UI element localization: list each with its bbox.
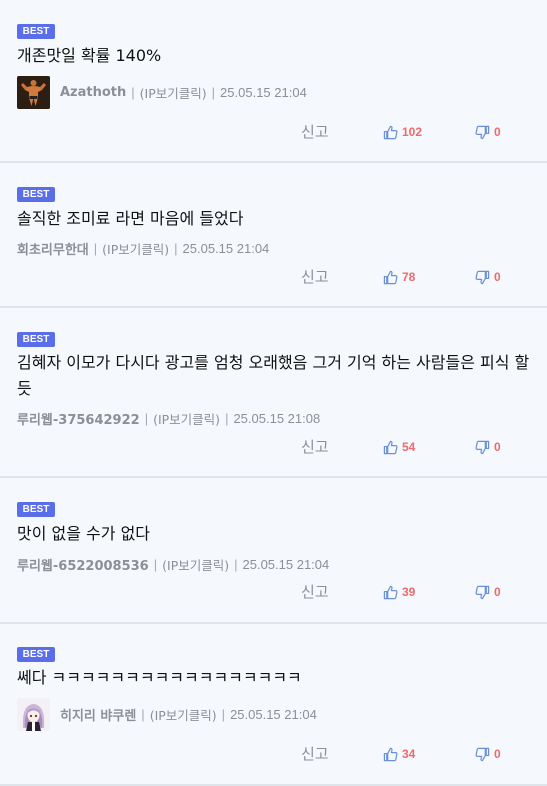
separator: |: [225, 410, 229, 426]
comment-meta: 히지리 뱌쿠렌 | (IP보기클릭) | 25.05.15 21:04: [17, 696, 317, 732]
like-count: 34: [402, 747, 416, 761]
dislike-button[interactable]: 0: [475, 583, 501, 601]
best-badge: BEST: [17, 502, 55, 517]
ip-info-link[interactable]: (IP보기클릭): [150, 705, 217, 724]
dislike-button[interactable]: 0: [475, 438, 501, 456]
comment-item: BEST 쎄다 ㅋㅋㅋㅋㅋㅋㅋㅋㅋㅋㅋㅋㅋㅋㅋㅋㅋ 히지리 뱌쿠렌 | (IP보…: [0, 624, 547, 786]
nickname[interactable]: 루리웹-6522008536: [17, 555, 149, 574]
dislike-count: 0: [494, 747, 501, 761]
separator: |: [221, 706, 226, 722]
comment-meta: Azathoth | (IP보기클릭) | 25.05.15 21:04: [17, 74, 307, 110]
like-button[interactable]: 78: [383, 268, 415, 286]
separator: |: [141, 706, 145, 722]
ip-info-link[interactable]: (IP보기클릭): [162, 555, 229, 574]
dislike-button[interactable]: 0: [475, 268, 501, 286]
report-button[interactable]: 신고: [301, 581, 329, 603]
thumbs-up-icon: [383, 125, 398, 139]
comment-meta: 루리웹-375642922 | (IP보기클릭) | 25.05.15 21:0…: [17, 400, 320, 436]
thumbs-down-icon: [475, 270, 490, 284]
thumbs-up-icon: [383, 585, 398, 599]
thumbs-up-icon: [383, 440, 398, 454]
separator: |: [93, 240, 98, 256]
comment-meta: 회초리무한대 | (IP보기클릭) | 25.05.15 21:04: [17, 230, 269, 266]
dislike-count: 0: [494, 440, 501, 454]
like-button[interactable]: 54: [383, 438, 415, 456]
best-badge: BEST: [17, 187, 55, 202]
comment-item: BEST 맛이 없을 수가 없다 루리웹-6522008536 | (IP보기클…: [0, 478, 547, 624]
ip-info-link[interactable]: (IP보기클릭): [153, 409, 220, 428]
thumbs-down-icon: [475, 747, 490, 761]
dislike-button[interactable]: 0: [475, 745, 501, 763]
thumbs-up-icon: [383, 270, 398, 284]
dislike-button[interactable]: 0: [475, 123, 501, 141]
ip-info-link[interactable]: (IP보기클릭): [140, 83, 207, 102]
comment-actions: 신고 34 0: [0, 743, 547, 765]
best-badge: BEST: [17, 332, 55, 347]
best-badge: BEST: [17, 647, 55, 662]
bodybuilder-avatar-icon[interactable]: [17, 75, 50, 109]
like-count: 54: [402, 440, 416, 454]
comment-item: BEST 개존맛일 확률 140% Azathoth | (IP보기클릭) | …: [0, 0, 547, 163]
report-button[interactable]: 신고: [301, 743, 329, 765]
comment-datetime: 25.05.15 21:04: [242, 556, 330, 572]
thumbs-up-icon: [383, 747, 398, 761]
comment-text: 맛이 없을 수가 없다: [17, 524, 151, 543]
comment-datetime: 25.05.15 21:04: [230, 706, 317, 722]
like-count: 39: [402, 585, 416, 599]
comment-text: 솔직한 조미료 라면 마음에 들었다: [17, 209, 244, 228]
comment-datetime: 25.05.15 21:08: [233, 410, 321, 426]
nickname[interactable]: Azathoth: [60, 85, 126, 100]
like-count: 102: [402, 125, 423, 139]
dislike-count: 0: [494, 585, 501, 599]
thumbs-down-icon: [475, 125, 490, 139]
nickname[interactable]: 히지리 뱌쿠렌: [60, 705, 136, 724]
separator: |: [131, 84, 135, 100]
comment-item: BEST 김혜자 이모가 다시다 광고를 엄청 오래했음 그거 기억 하는 사람…: [0, 308, 547, 478]
comment-actions: 신고 54 0: [0, 436, 547, 458]
comment-actions: 신고 39 0: [0, 581, 547, 603]
like-button[interactable]: 39: [383, 583, 415, 601]
separator: |: [211, 84, 216, 100]
ip-info-link[interactable]: (IP보기클릭): [102, 239, 169, 258]
nickname[interactable]: 회초리무한대: [17, 239, 89, 258]
comment-datetime: 25.05.15 21:04: [182, 240, 270, 256]
comment-item: BEST 솔직한 조미료 라면 마음에 들었다 회초리무한대 | (IP보기클릭…: [0, 163, 547, 308]
report-button[interactable]: 신고: [301, 436, 329, 458]
separator: |: [174, 240, 178, 256]
like-button[interactable]: 34: [383, 745, 415, 763]
separator: |: [144, 410, 149, 426]
report-button[interactable]: 신고: [301, 266, 329, 288]
nickname[interactable]: 루리웹-375642922: [17, 409, 140, 428]
like-button[interactable]: 102: [383, 123, 422, 141]
dislike-count: 0: [494, 270, 501, 284]
comment-datetime: 25.05.15 21:04: [220, 84, 307, 100]
thumbs-down-icon: [475, 585, 490, 599]
separator: |: [234, 556, 238, 572]
best-badge: BEST: [17, 24, 55, 39]
comment-text: 김혜자 이모가 다시다 광고를 엄청 오래했음 그거 기억 하는 사람들은 피식…: [17, 353, 530, 398]
like-count: 78: [402, 270, 416, 284]
dislike-count: 0: [494, 125, 501, 139]
anime-character-avatar-icon[interactable]: [17, 697, 50, 731]
report-button[interactable]: 신고: [301, 121, 329, 143]
comment-actions: 신고 78 0: [0, 266, 547, 288]
comment-text: 개존맛일 확률 140%: [17, 46, 162, 65]
comment-text: 쎄다 ㅋㅋㅋㅋㅋㅋㅋㅋㅋㅋㅋㅋㅋㅋㅋㅋㅋ: [17, 668, 302, 687]
comment-meta: 루리웹-6522008536 | (IP보기클릭) | 25.05.15 21:…: [17, 546, 329, 582]
thumbs-down-icon: [475, 440, 490, 454]
separator: |: [153, 556, 158, 572]
comment-actions: 신고 102 0: [0, 121, 547, 143]
